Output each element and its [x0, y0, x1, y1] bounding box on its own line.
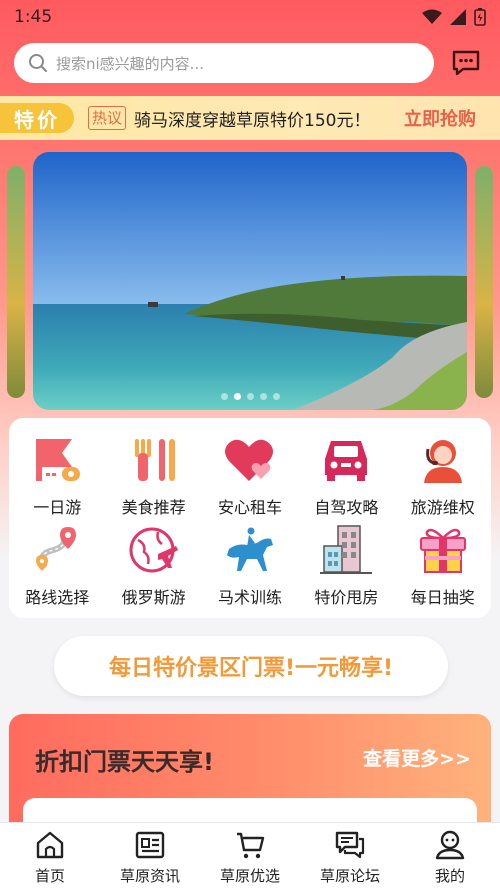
- grid-label: 一日游: [33, 498, 82, 517]
- news-icon: [134, 829, 166, 861]
- grid-item-russia[interactable]: 俄罗斯游: [105, 522, 201, 612]
- tab-home[interactable]: 首页: [0, 823, 100, 889]
- carousel-dot[interactable]: [220, 393, 228, 400]
- status-time: 1:45: [14, 7, 53, 27]
- wifi-icon: [422, 9, 442, 24]
- horse-rider-icon: [222, 522, 278, 578]
- home-icon: [34, 829, 66, 861]
- carousel-dot[interactable]: [246, 393, 254, 400]
- signal-icon: [450, 9, 466, 25]
- grid-item-discount-room[interactable]: 特价甩房: [298, 522, 394, 612]
- tab-label: 草原论坛: [319, 867, 380, 885]
- grid-item-day-tour[interactable]: 一日游: [9, 432, 105, 522]
- battery-icon: [474, 8, 486, 26]
- cart-icon: [234, 829, 266, 861]
- grid-label: 特价甩房: [314, 588, 379, 607]
- promo-cta-button[interactable]: 立即抢购: [404, 105, 476, 131]
- promo-bar[interactable]: 特价 热议 骑马深度穿越草原特价150元！ 立即抢购: [0, 96, 500, 140]
- tab-news[interactable]: 草原资讯: [100, 823, 200, 889]
- heart-car-icon: [222, 432, 278, 488]
- status-bar: 1:45: [0, 0, 500, 34]
- message-button[interactable]: [446, 43, 486, 83]
- grid-label: 安心租车: [217, 498, 282, 517]
- promo-hot-badge: 热议: [88, 106, 127, 130]
- carousel-dot[interactable]: [259, 393, 267, 400]
- globe-plane-icon: [126, 522, 182, 578]
- carousel-next-card[interactable]: [475, 166, 493, 398]
- tab-selection[interactable]: 草原优选: [200, 823, 300, 889]
- grid-label: 自驾攻略: [314, 498, 379, 517]
- banner-image: [33, 152, 467, 410]
- grid-item-lottery[interactable]: 每日抽奖: [395, 522, 491, 612]
- tab-label: 草原优选: [219, 867, 280, 885]
- promo-text: 骑马深度穿越草原特价150元！: [134, 110, 371, 131]
- grid-item-car-rental[interactable]: 安心租车: [202, 432, 298, 522]
- search-row: 搜索ni感兴趣的内容...: [14, 42, 486, 84]
- gift-icon: [415, 522, 471, 578]
- daily-special-button[interactable]: 每日特价景区门票!一元畅享!: [54, 636, 448, 696]
- grid-label: 俄罗斯游: [121, 588, 186, 607]
- category-grid: 一日游 美食推荐 安心租车 自驾攻略 旅游维权 路线选择 俄罗斯游 马术训练 特…: [9, 418, 491, 618]
- carousel-dot[interactable]: [272, 393, 280, 400]
- building-icon: [318, 522, 374, 578]
- flag-icon: [29, 432, 85, 488]
- search-placeholder: 搜索ni感兴趣的内容...: [56, 54, 204, 73]
- fork-icon: [126, 432, 182, 488]
- bottom-tab-bar: 首页 草原资讯 草原优选 草原论坛 我的: [0, 822, 500, 889]
- promo-tag: 特价: [0, 103, 74, 133]
- grid-label: 旅游维权: [410, 498, 475, 517]
- banner-carousel[interactable]: [33, 152, 467, 410]
- tab-label: 首页: [34, 867, 65, 885]
- grid-item-food[interactable]: 美食推荐: [105, 432, 201, 522]
- carousel-dots: [33, 393, 467, 400]
- chat-icon: [452, 50, 480, 76]
- carousel-dot-active[interactable]: [233, 393, 241, 400]
- grid-label: 马术训练: [217, 588, 282, 607]
- tab-label: 草原资讯: [119, 867, 180, 885]
- grid-item-equestrian[interactable]: 马术训练: [202, 522, 298, 612]
- grid-item-route[interactable]: 路线选择: [9, 522, 105, 612]
- profile-icon: [434, 829, 466, 861]
- tab-label: 我的: [434, 867, 465, 885]
- support-icon: [415, 432, 471, 488]
- grid-item-self-drive[interactable]: 自驾攻略: [298, 432, 394, 522]
- discount-title: 折扣门票天天享!: [35, 748, 214, 776]
- car-icon: [318, 432, 374, 488]
- grid-label: 美食推荐: [121, 498, 186, 517]
- carousel-prev-card[interactable]: [7, 166, 25, 398]
- grid-item-rights[interactable]: 旅游维权: [395, 432, 491, 522]
- view-more-link[interactable]: 查看更多>>: [363, 744, 471, 771]
- grid-label: 每日抽奖: [410, 588, 475, 607]
- status-icons: [422, 8, 486, 26]
- search-input[interactable]: 搜索ni感兴趣的内容...: [14, 43, 434, 83]
- tab-forum[interactable]: 草原论坛: [300, 823, 400, 889]
- tab-profile[interactable]: 我的: [400, 823, 500, 889]
- grid-label: 路线选择: [25, 588, 90, 607]
- route-icon: [29, 522, 85, 578]
- search-icon: [29, 54, 48, 73]
- forum-icon: [334, 829, 366, 861]
